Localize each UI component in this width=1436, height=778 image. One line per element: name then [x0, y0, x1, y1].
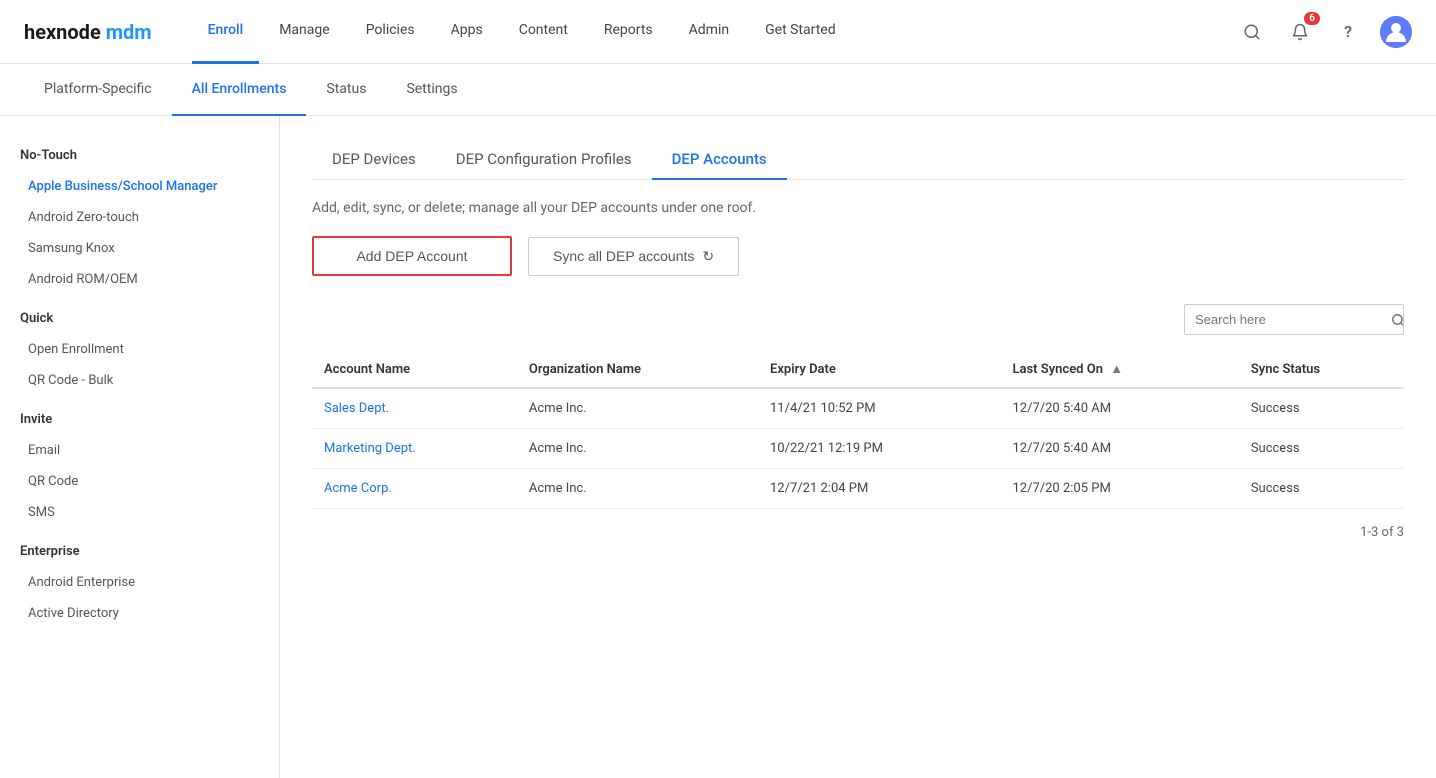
- sync-status-cell: Success: [1239, 469, 1404, 509]
- sidebar-section-invite: Invite: [0, 404, 279, 435]
- subnav-settings[interactable]: Settings: [386, 64, 477, 116]
- pagination-text: 1-3 of 3: [1360, 525, 1404, 540]
- org-name-cell: Acme Inc.: [517, 469, 758, 509]
- sidebar-item-android-rom[interactable]: Android ROM/OEM: [0, 264, 279, 295]
- sidebar-item-qr-code[interactable]: QR Code: [0, 466, 279, 497]
- expiry-date-cell: 11/4/21 10:52 PM: [758, 388, 1000, 429]
- col-expiry-date[interactable]: Expiry Date: [758, 351, 1000, 388]
- sync-label: Sync all DEP accounts: [553, 248, 694, 264]
- nav-manage[interactable]: Manage: [263, 0, 345, 64]
- add-dep-account-button[interactable]: Add DEP Account: [312, 236, 512, 276]
- nav-reports[interactable]: Reports: [588, 0, 669, 64]
- search-input[interactable]: [1185, 305, 1381, 334]
- sidebar-section-no-touch: No-Touch: [0, 140, 279, 171]
- nav-content[interactable]: Content: [503, 0, 584, 64]
- sidebar-item-samsung-knox[interactable]: Samsung Knox: [0, 233, 279, 264]
- sidebar-item-android-enterprise[interactable]: Android Enterprise: [0, 567, 279, 598]
- main-content: DEP Devices DEP Configuration Profiles D…: [280, 116, 1436, 778]
- subnav-all-enrollments[interactable]: All Enrollments: [172, 64, 307, 116]
- col-last-synced[interactable]: Last Synced On ▲: [1000, 351, 1238, 388]
- table-body: Sales Dept. Acme Inc. 11/4/21 10:52 PM 1…: [312, 388, 1404, 509]
- sidebar-item-android-zero-touch[interactable]: Android Zero-touch: [0, 202, 279, 233]
- expiry-date-cell: 10/22/21 12:19 PM: [758, 429, 1000, 469]
- sync-all-dep-button[interactable]: Sync all DEP accounts ↻: [528, 237, 739, 276]
- sync-status-cell: Success: [1239, 388, 1404, 429]
- app-logo[interactable]: hexnode mdm: [24, 20, 152, 44]
- sidebar-section-quick: Quick: [0, 303, 279, 334]
- sync-icon: ↻: [702, 248, 714, 265]
- search-button[interactable]: [1381, 313, 1404, 327]
- sub-navigation: Platform-Specific All Enrollments Status…: [0, 64, 1436, 116]
- nav-items: Enroll Manage Policies Apps Content Repo…: [192, 0, 1236, 64]
- account-name-cell: Acme Corp.: [312, 469, 517, 509]
- dep-tabs: DEP Devices DEP Configuration Profiles D…: [312, 140, 1404, 180]
- subnav-status[interactable]: Status: [306, 64, 386, 116]
- col-account-name[interactable]: Account Name: [312, 351, 517, 388]
- search-row: [312, 304, 1404, 335]
- table-header: Account Name Organization Name Expiry Da…: [312, 351, 1404, 388]
- sidebar-item-open-enrollment[interactable]: Open Enrollment: [0, 334, 279, 365]
- account-link-sales[interactable]: Sales Dept.: [324, 401, 389, 416]
- nav-enroll[interactable]: Enroll: [192, 0, 260, 64]
- last-synced-cell: 12/7/20 5:40 AM: [1000, 388, 1238, 429]
- table-row: Sales Dept. Acme Inc. 11/4/21 10:52 PM 1…: [312, 388, 1404, 429]
- nav-get-started[interactable]: Get Started: [749, 0, 852, 64]
- search-icon[interactable]: [1236, 16, 1268, 48]
- nav-right-actions: 6 ?: [1236, 16, 1412, 48]
- expiry-date-cell: 12/7/21 2:04 PM: [758, 469, 1000, 509]
- tab-dep-devices[interactable]: DEP Devices: [312, 140, 436, 180]
- account-link-marketing[interactable]: Marketing Dept.: [324, 441, 416, 456]
- org-name-cell: Acme Inc.: [517, 388, 758, 429]
- sync-status-cell: Success: [1239, 429, 1404, 469]
- last-synced-cell: 12/7/20 2:05 PM: [1000, 469, 1238, 509]
- top-navigation: hexnode mdm Enroll Manage Policies Apps …: [0, 0, 1436, 64]
- account-name-cell: Sales Dept.: [312, 388, 517, 429]
- sidebar-section-enterprise: Enterprise: [0, 536, 279, 567]
- sidebar: No-Touch Apple Business/School Manager A…: [0, 116, 280, 778]
- org-name-cell: Acme Inc.: [517, 429, 758, 469]
- notification-bell[interactable]: 6: [1284, 16, 1316, 48]
- sidebar-item-qr-bulk[interactable]: QR Code - Bulk: [0, 365, 279, 396]
- sidebar-item-sms[interactable]: SMS: [0, 497, 279, 528]
- tab-dep-configuration-profiles[interactable]: DEP Configuration Profiles: [436, 140, 652, 180]
- sidebar-item-active-directory[interactable]: Active Directory: [0, 598, 279, 629]
- avatar[interactable]: [1380, 16, 1412, 48]
- subnav-platform-specific[interactable]: Platform-Specific: [24, 64, 172, 116]
- sort-arrow-icon: ▲: [1110, 362, 1123, 377]
- table-row: Acme Corp. Acme Inc. 12/7/21 2:04 PM 12/…: [312, 469, 1404, 509]
- action-row: Add DEP Account Sync all DEP accounts ↻: [312, 236, 1404, 276]
- sidebar-item-email[interactable]: Email: [0, 435, 279, 466]
- table-row: Marketing Dept. Acme Inc. 10/22/21 12:19…: [312, 429, 1404, 469]
- tab-dep-accounts[interactable]: DEP Accounts: [652, 140, 787, 180]
- col-org-name[interactable]: Organization Name: [517, 351, 758, 388]
- account-name-cell: Marketing Dept.: [312, 429, 517, 469]
- nav-policies[interactable]: Policies: [350, 0, 431, 64]
- main-layout: No-Touch Apple Business/School Manager A…: [0, 116, 1436, 778]
- sidebar-item-apple-business[interactable]: Apple Business/School Manager: [0, 171, 279, 202]
- notification-count: 6: [1304, 12, 1320, 25]
- pagination: 1-3 of 3: [312, 509, 1404, 540]
- account-link-acme-corp[interactable]: Acme Corp.: [324, 481, 392, 496]
- col-sync-status[interactable]: Sync Status: [1239, 351, 1404, 388]
- nav-admin[interactable]: Admin: [673, 0, 745, 64]
- last-synced-cell: 12/7/20 5:40 AM: [1000, 429, 1238, 469]
- search-box[interactable]: [1184, 304, 1404, 335]
- help-icon[interactable]: ?: [1332, 16, 1364, 48]
- description-text: Add, edit, sync, or delete; manage all y…: [312, 200, 1404, 216]
- dep-accounts-table: Account Name Organization Name Expiry Da…: [312, 351, 1404, 509]
- nav-apps[interactable]: Apps: [435, 0, 499, 64]
